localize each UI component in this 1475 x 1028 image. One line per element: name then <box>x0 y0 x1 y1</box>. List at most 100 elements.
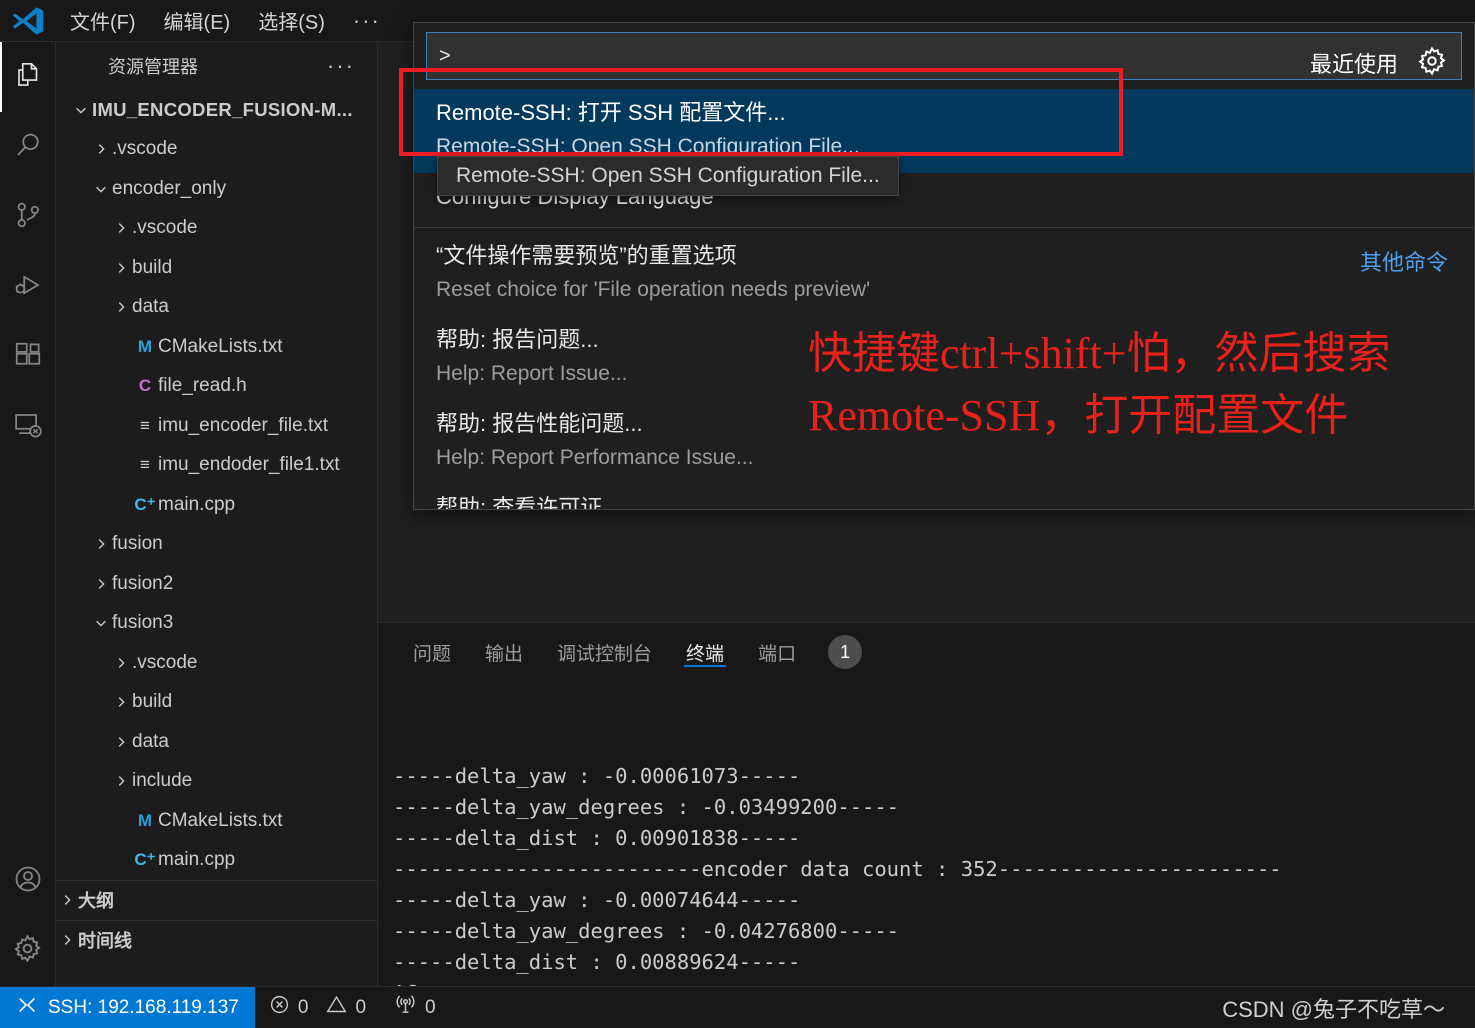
chevron-right-icon[interactable] <box>110 221 132 235</box>
tree-folder[interactable]: .vscode <box>56 209 377 249</box>
status-remote-label: SSH: 192.168.119.137 <box>48 996 239 1018</box>
sidebar-section-outline[interactable]: 大纲 <box>56 880 377 920</box>
tree-file[interactable]: C⁺ main.cpp <box>56 841 377 881</box>
chevron-right-icon[interactable] <box>90 577 112 591</box>
command-palette-input[interactable] <box>426 32 1462 80</box>
tree-folder[interactable]: data <box>56 722 377 762</box>
chevron-right-icon[interactable] <box>110 735 132 749</box>
tree-item-label: imu_encoder_file.txt <box>158 414 329 436</box>
menu-file[interactable]: 文件(F) <box>56 0 150 42</box>
status-errors-count: 0 <box>297 996 309 1018</box>
tree-folder[interactable]: .vscode <box>56 643 377 683</box>
tree-folder[interactable]: build <box>56 248 377 288</box>
tree-folder[interactable]: include <box>56 762 377 802</box>
text-file-icon: ≡ <box>140 415 150 435</box>
sidebar-more-actions-icon[interactable]: ··· <box>327 53 355 79</box>
activity-item-accounts[interactable] <box>0 846 56 916</box>
explorer-sidebar: 资源管理器 ··· IMU_ENCODER_FUSION-M... .vscode… <box>56 42 378 986</box>
menu-selection[interactable]: 选择(S) <box>244 0 339 42</box>
terminal-line: -------------------------encoder data co… <box>393 857 1282 881</box>
vscode-logo-icon <box>0 0 56 42</box>
tree-item-label: main.cpp <box>158 849 236 871</box>
chevron-right-icon <box>56 933 78 947</box>
terminal-line: -----delta_yaw : -0.00061073----- <box>393 764 801 788</box>
account-icon <box>13 864 43 899</box>
tree-folder[interactable]: .vscode <box>56 130 377 170</box>
chevron-right-icon[interactable] <box>110 300 132 314</box>
panel-tab-0[interactable]: 问题 <box>399 623 465 681</box>
panel-tab-3[interactable]: 终端 <box>672 623 738 681</box>
command-tooltip: Remote-SSH: Open SSH Configuration File.… <box>437 156 899 196</box>
chevron-right-icon[interactable] <box>110 656 132 670</box>
tree-item-label: build <box>132 691 173 713</box>
status-ports[interactable]: 0 <box>380 987 450 1028</box>
tree-item-label: .vscode <box>132 651 198 673</box>
remote-indicator-icon <box>16 994 38 1022</box>
sidebar-section-timeline[interactable]: 时间线 <box>56 919 377 960</box>
command-palette-item[interactable]: “文件操作需要预览”的重置选项 Reset choice for 'File op… <box>414 232 1474 316</box>
tree-item-label: encoder_only <box>112 177 227 199</box>
chevron-down-icon[interactable] <box>90 182 112 196</box>
chevron-right-icon[interactable] <box>110 695 132 709</box>
tree-file[interactable]: M CMakeLists.txt <box>56 801 377 841</box>
tree-item-label: fusion <box>112 533 163 555</box>
panel-tab-2[interactable]: 调试控制台 <box>543 623 666 681</box>
radio-tower-icon <box>394 993 417 1022</box>
tree-folder[interactable]: fusion3 <box>56 604 377 644</box>
tree-file[interactable]: C⁺ main.cpp <box>56 485 377 525</box>
status-remote-indicator[interactable]: SSH: 192.168.119.137 <box>0 986 255 1028</box>
panel-tab-bar: 问题 输出 调试控制台 终端 端口 1 <box>379 623 1475 681</box>
command-palette-group-header: 最近使用 <box>1310 23 1448 103</box>
tree-file[interactable]: ≡ imu_endoder_file1.txt <box>56 446 377 486</box>
status-problems[interactable]: 0 0 <box>255 987 380 1028</box>
gear-icon <box>12 933 43 969</box>
sidebar-section-label: 时间线 <box>78 930 132 951</box>
activity-item-source-control[interactable] <box>0 182 56 252</box>
command-item-label: Remote-SSH: 打开 SSH 配置文件... <box>436 100 786 125</box>
activity-item-explorer[interactable] <box>0 42 56 112</box>
annotation-text: 快捷键ctrl+shift+怕，然后搜索 Remote-SSH，打开配置文件 <box>808 329 1391 440</box>
terminal-line: -----delta_yaw_degrees : -0.04276800----… <box>393 919 900 943</box>
activity-item-manage[interactable] <box>0 916 56 986</box>
chevron-right-icon[interactable] <box>90 142 112 156</box>
chevron-right-icon[interactable] <box>110 774 132 788</box>
chevron-down-icon[interactable] <box>70 103 92 117</box>
command-palette-item[interactable]: 帮助: 查看许可证 <box>414 484 1474 509</box>
tree-item-label: CMakeLists.txt <box>158 335 283 357</box>
tree-file[interactable]: M CMakeLists.txt <box>56 327 377 367</box>
panel-tab-4[interactable]: 端口 <box>744 623 810 681</box>
menu-overflow-icon[interactable]: ··· <box>339 0 395 42</box>
tree-file[interactable]: Cfile_read.h <box>56 367 377 407</box>
c-header-icon: C <box>138 376 152 396</box>
sidebar-header: 资源管理器 ··· <box>56 42 377 90</box>
command-palette-separator <box>414 227 1474 228</box>
tree-folder[interactable]: fusion2 <box>56 564 377 604</box>
files-icon <box>14 60 44 95</box>
tree-file[interactable]: ≡ imu_encoder_file.txt <box>56 406 377 446</box>
remote-explorer-icon <box>13 410 43 445</box>
activity-item-remote-explorer[interactable] <box>0 392 56 462</box>
tree-folder[interactable]: build <box>56 683 377 723</box>
terminal-line: -----delta_dist : 0.00901838----- <box>393 826 801 850</box>
tree-item-label: fusion2 <box>112 572 174 594</box>
tree-item-label: build <box>132 256 173 278</box>
menu-edit[interactable]: 编辑(E) <box>150 0 245 42</box>
activity-item-extensions[interactable] <box>0 322 56 392</box>
tree-folder[interactable]: data <box>56 288 377 328</box>
gear-icon[interactable] <box>1416 45 1448 82</box>
tree-folder[interactable]: fusion <box>56 525 377 565</box>
chevron-down-icon[interactable] <box>90 616 112 630</box>
command-item-sublabel: Reset choice for 'File operation needs p… <box>436 278 871 301</box>
chevron-right-icon[interactable] <box>90 537 112 551</box>
activity-item-search[interactable] <box>0 112 56 182</box>
terminal-lines: -----delta_yaw : -0.00061073----- -----de… <box>393 761 1475 1009</box>
cmake-icon: M <box>137 810 153 830</box>
tree-folder[interactable]: encoder_only <box>56 169 377 209</box>
activity-item-run-and-debug[interactable] <box>0 252 56 322</box>
tree-root-folder[interactable]: IMU_ENCODER_FUSION-M... <box>56 90 377 130</box>
file-tree: IMU_ENCODER_FUSION-M... .vscode encoder_on… <box>56 90 377 880</box>
extensions-icon <box>13 340 43 375</box>
chevron-right-icon[interactable] <box>110 261 132 275</box>
terminal-output[interactable]: -----delta_yaw : -0.00061073----- -----de… <box>379 681 1475 1028</box>
panel-tab-1[interactable]: 输出 <box>471 623 537 681</box>
